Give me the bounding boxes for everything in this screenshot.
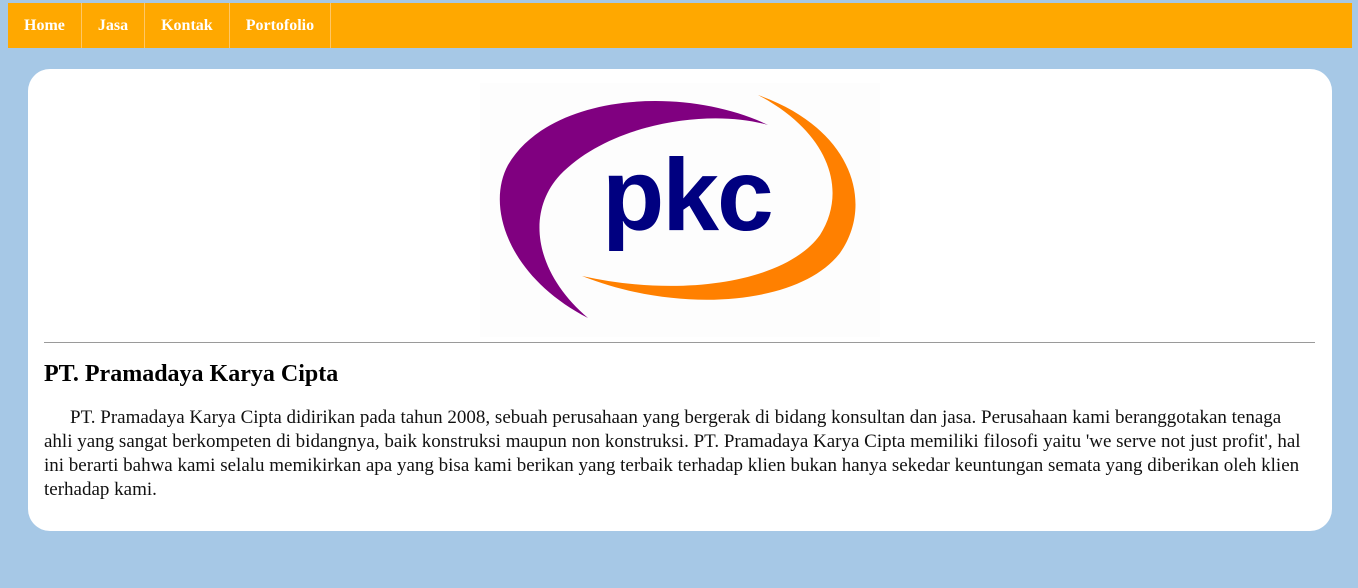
nav-kontak-link[interactable]: Kontak: [145, 3, 230, 48]
nav-home-link[interactable]: Home: [8, 3, 82, 48]
company-title: PT. Pramadaya Karya Cipta: [44, 361, 339, 387]
horizontal-divider: [44, 342, 1315, 343]
company-logo: pkc: [480, 83, 880, 337]
nav-portofolio-link[interactable]: Portofolio: [230, 3, 332, 48]
logo-text: pkc: [602, 138, 772, 252]
company-description: PT. Pramadaya Karya Cipta didirikan pada…: [44, 407, 1301, 500]
top-navbar: Home Jasa Kontak Portofolio: [8, 3, 1352, 48]
content-card: pkc PT. Pramadaya Karya Cipta PT. Pramad…: [28, 69, 1332, 531]
pkc-logo-image: pkc: [499, 95, 856, 318]
nav-jasa-link[interactable]: Jasa: [82, 3, 146, 48]
